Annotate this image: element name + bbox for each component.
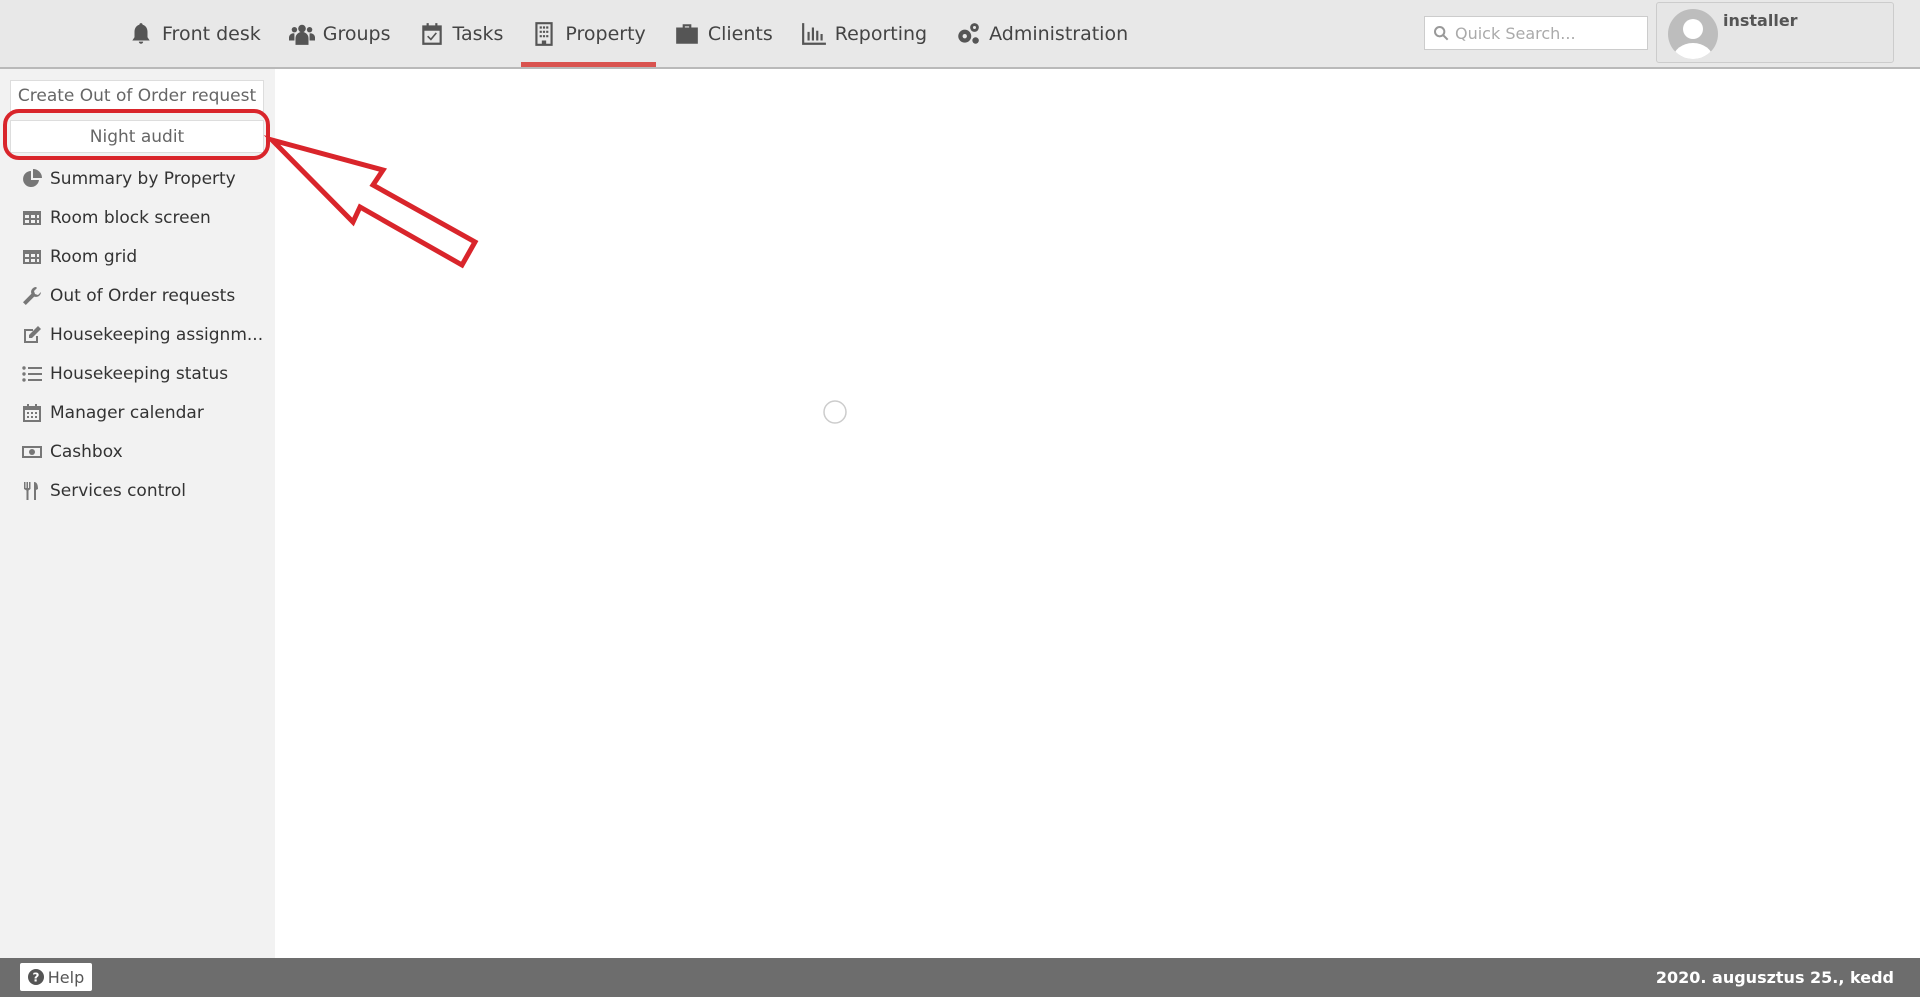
quick-search xyxy=(1424,16,1648,50)
money-icon xyxy=(22,446,42,458)
users-icon xyxy=(288,24,315,45)
sidebar-item-manager-calendar[interactable]: Manager calendar xyxy=(22,398,204,428)
list-icon xyxy=(22,366,42,382)
annotation-arrow xyxy=(263,135,479,269)
loading-spinner xyxy=(823,400,847,424)
top-header: Front desk Groups Tasks Property Clients… xyxy=(0,0,1920,69)
sidebar-item-room-block-screen[interactable]: Room block screen xyxy=(22,203,211,233)
svg-text:?: ? xyxy=(32,971,39,985)
nav-front-desk[interactable]: Front desk xyxy=(118,0,271,67)
search-icon xyxy=(1434,26,1449,41)
briefcase-icon xyxy=(675,23,698,44)
footer: ? Help 2020. augusztus 25., kedd xyxy=(0,958,1920,997)
user-menu[interactable]: installer xyxy=(1656,2,1894,63)
avatar xyxy=(1668,9,1718,59)
table-icon xyxy=(23,250,41,264)
create-out-of-order-button[interactable]: Create Out of Order request xyxy=(10,80,264,112)
pie-chart-icon xyxy=(23,169,42,187)
help-button[interactable]: ? Help xyxy=(20,963,92,991)
sidebar-item-services-control[interactable]: Services control xyxy=(22,476,186,506)
calendar-icon xyxy=(23,404,41,422)
sidebar-item-cashbox[interactable]: Cashbox xyxy=(22,437,123,467)
sidebar: Create Out of Order request Night audit … xyxy=(0,69,275,958)
sidebar-item-housekeeping-status[interactable]: Housekeeping status xyxy=(22,359,228,389)
cutlery-icon xyxy=(24,482,38,500)
user-name: installer xyxy=(1723,11,1798,30)
sidebar-item-summary-by-property[interactable]: Summary by Property xyxy=(22,164,236,194)
nav-tasks[interactable]: Tasks xyxy=(409,0,514,67)
current-date: 2020. augusztus 25., kedd xyxy=(1655,968,1894,987)
gears-icon xyxy=(958,22,979,44)
question-circle-icon: ? xyxy=(27,969,44,985)
nav-groups[interactable]: Groups xyxy=(279,0,401,67)
main-nav: Front desk Groups Tasks Property Clients… xyxy=(118,0,1146,67)
night-audit-button[interactable]: Night audit xyxy=(10,120,264,153)
wrench-icon xyxy=(23,287,41,305)
nav-reporting[interactable]: Reporting xyxy=(791,0,937,67)
sidebar-item-out-of-order-requests[interactable]: Out of Order requests xyxy=(22,281,235,311)
nav-clients[interactable]: Clients xyxy=(664,0,783,67)
sidebar-item-room-grid[interactable]: Room grid xyxy=(22,242,137,272)
edit-icon xyxy=(24,326,41,343)
bell-icon xyxy=(132,22,150,44)
building-icon xyxy=(535,21,554,46)
sidebar-item-housekeeping-assignments[interactable]: Housekeeping assignm... xyxy=(22,320,263,350)
bar-chart-icon xyxy=(801,22,826,45)
quick-search-input[interactable] xyxy=(1455,23,1635,43)
nav-administration[interactable]: Administration xyxy=(945,0,1138,67)
calendar-check-icon xyxy=(421,22,442,45)
table-icon xyxy=(23,211,41,225)
nav-property[interactable]: Property xyxy=(521,0,657,67)
